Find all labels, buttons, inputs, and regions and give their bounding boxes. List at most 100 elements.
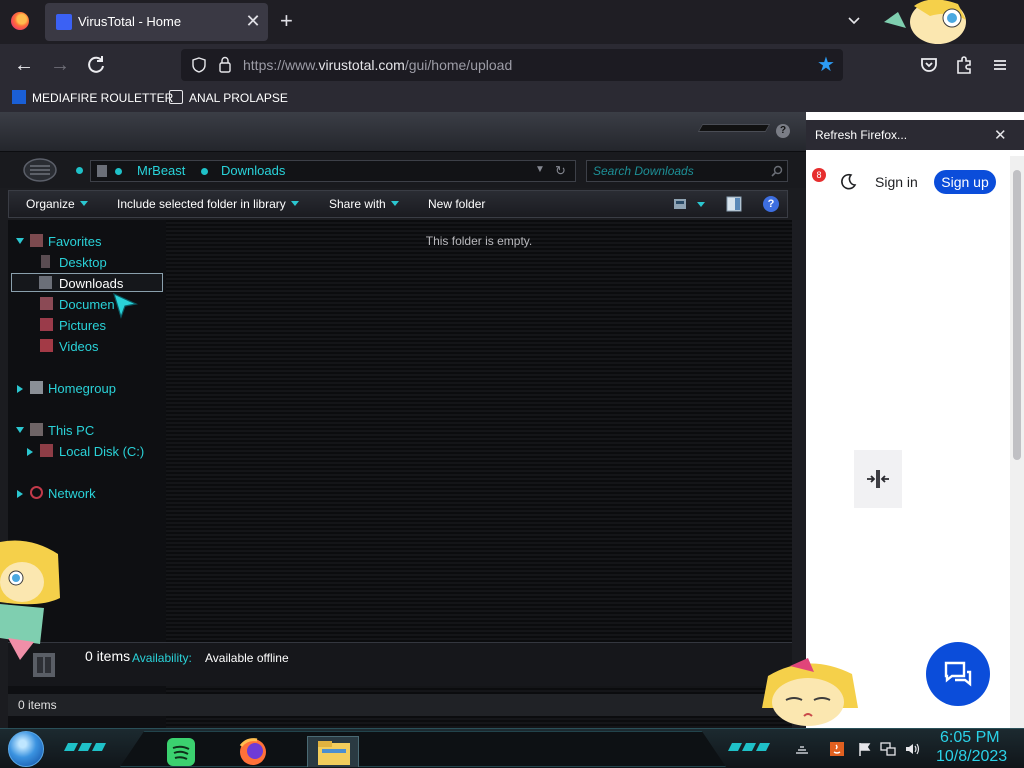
tree-item-pictures[interactable]: Pictures [14,316,164,335]
chat-bubble-icon [944,661,972,687]
new-folder-button[interactable]: New folder [428,197,485,211]
bookmark-mediafire[interactable]: MEDIAFIRE ROULETTER [12,90,173,105]
forward-button[interactable]: → [48,53,72,77]
help-icon[interactable]: ? [763,196,779,212]
local-disk-icon [40,444,53,457]
dark-mode-moon-icon[interactable] [838,172,858,192]
desktop-icon [41,255,50,268]
mouse-cursor-icon [113,292,138,319]
file-explorer-window: ? MrBeast Downloads ▼ ↻ Search Downloads [0,112,806,742]
taskbar-firefox[interactable] [227,736,279,767]
cartoon-sticker-image [762,658,858,726]
homegroup-icon [30,381,43,394]
organize-button[interactable]: Organize [26,197,88,211]
tree-item-desktop[interactable]: Desktop [14,253,164,272]
expand-arrow-icon[interactable] [17,490,23,498]
tab-close-icon[interactable]: ✕ [243,11,263,31]
tracking-shield-icon[interactable] [191,57,207,73]
sign-in-link[interactable]: Sign in [875,174,918,190]
breadcrumb-separator-icon [201,168,208,175]
tree-item-this-pc[interactable]: This PC [14,421,164,440]
volume-icon[interactable] [904,741,920,757]
address-bar[interactable]: MrBeast Downloads ▼ ↻ [90,160,576,182]
taskbar-app-area [120,731,726,767]
tree-item-downloads[interactable]: Downloads [11,273,163,292]
breadcrumb-downloads[interactable]: Downloads [221,163,285,178]
status-item-count: 0 items [18,698,57,712]
hamburger-menu-icon[interactable] [988,53,1012,77]
search-placeholder: Search Downloads [593,164,694,178]
clock-date[interactable]: 10/8/2023 [936,748,1007,766]
taskbar-decoration [728,743,770,751]
search-icon[interactable] [771,165,783,177]
address-dropdown-icon[interactable]: ▼ [535,164,545,175]
lock-icon[interactable] [218,56,232,73]
expand-arrow-icon[interactable] [16,238,24,244]
bookmark-second[interactable]: ANAL PROLAPSE [169,90,288,105]
frame-help-icon[interactable]: ? [776,124,790,138]
breadcrumb-separator-icon [115,168,122,175]
web-page-content: Refresh Firefox... ✕ 8 Sign in Sign up [804,112,1024,728]
file-explorer-icon [318,741,350,765]
collapse-panel-button[interactable] [854,450,902,508]
extensions-puzzle-icon[interactable] [952,53,976,77]
expand-arrow-icon[interactable] [17,385,23,393]
back-forward-orb-icon[interactable] [22,157,58,183]
tree-item-favorites[interactable]: Favorites [14,232,164,251]
spotify-icon [167,738,195,766]
this-pc-icon [30,423,43,436]
availability-label: Availability: [132,651,192,665]
tab-virustotal[interactable]: VirusTotal - Home ✕ [45,3,268,41]
expand-arrow-icon[interactable] [27,448,33,456]
tree-item-local-disk[interactable]: Local Disk (C:) [14,442,164,461]
url-bar[interactable]: https://www.virustotal.com/gui/home/uplo… [181,49,843,81]
scrollbar-thumb[interactable] [1013,170,1021,460]
share-with-button[interactable]: Share with [329,197,399,211]
chat-support-button[interactable] [926,642,990,706]
taskbar-spotify[interactable] [157,736,209,767]
chevron-down-icon [79,201,88,206]
pictures-icon [40,318,53,331]
firefox-icon [239,738,266,765]
tree-item-network[interactable]: Network [14,484,164,503]
bookmark-favicon-icon [169,90,183,104]
view-options-chevron-icon[interactable] [697,202,705,207]
search-box[interactable]: Search Downloads [586,160,788,182]
pocket-icon[interactable] [917,53,941,77]
tree-item-videos[interactable]: Videos [14,337,164,356]
new-tab-button[interactable]: + [280,9,293,33]
address-refresh-icon[interactable]: ↻ [555,163,566,179]
start-button[interactable] [8,731,44,767]
tab-list-chevron-icon[interactable] [846,13,862,29]
empty-folder-message: This folder is empty. [425,234,533,248]
action-center-flag-icon[interactable] [857,741,873,757]
notification-close-icon[interactable]: ✕ [994,126,1007,144]
breadcrumb-mrbeast[interactable]: MrBeast [137,163,185,178]
collapse-arrows-icon [867,470,889,488]
tree-item-documents[interactable]: Documen [14,295,164,314]
back-button[interactable]: ← [12,53,36,77]
change-view-icon[interactable] [673,198,687,210]
chevron-down-icon [390,201,399,206]
firefox-logo-icon[interactable] [11,12,29,30]
favorites-star-icon [30,234,43,247]
expand-arrow-icon[interactable] [16,427,24,433]
url-text[interactable]: https://www.virustotal.com/gui/home/uplo… [243,57,512,73]
network-icon [30,486,43,499]
taskbar-file-explorer[interactable] [307,736,359,767]
page-scrollbar[interactable] [1010,156,1024,728]
java-tray-icon[interactable] [829,741,845,757]
bookmark-star-icon[interactable]: ★ [817,55,835,75]
videos-icon [40,339,53,352]
network-tray-icon[interactable] [880,741,896,757]
include-in-library-button[interactable]: Include selected folder in library [117,197,299,211]
show-hidden-icons-icon[interactable] [794,741,810,757]
virustotal-favicon-icon [56,14,72,30]
sign-up-button[interactable]: Sign up [934,170,996,194]
tree-item-homegroup[interactable]: Homegroup [14,379,164,398]
reload-icon[interactable] [84,53,108,77]
refresh-firefox-notification[interactable]: Refresh Firefox... ✕ [804,120,1024,150]
cartoon-sticker-image [0,540,60,660]
preview-pane-icon[interactable] [726,196,742,212]
clock-time[interactable]: 6:05 PM [940,729,1000,747]
